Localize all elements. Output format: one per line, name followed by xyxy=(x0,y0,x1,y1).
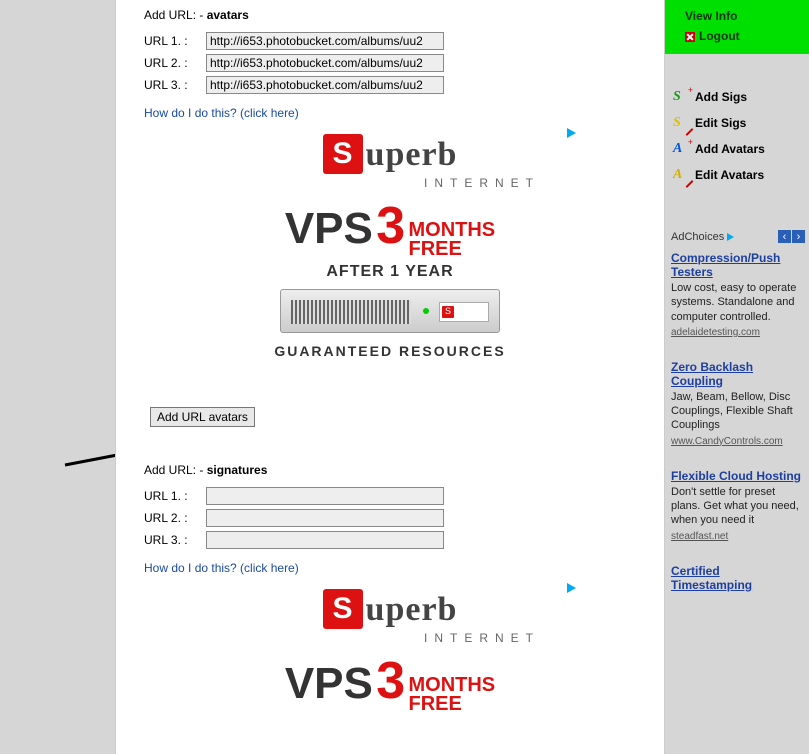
close-icon xyxy=(685,32,695,42)
title-bold: avatars xyxy=(207,8,249,22)
avatar-add-icon: A+ xyxy=(673,141,689,157)
adchoices-triangle-icon[interactable] xyxy=(567,583,576,593)
adchoices-triangle-icon[interactable] xyxy=(567,128,576,138)
ad-headline: VPS 3 MONTHSFREE xyxy=(240,651,540,714)
account-box: View Info Logout xyxy=(665,0,809,54)
url-label: URL 2. : xyxy=(144,56,200,70)
url-row: URL 3. : xyxy=(144,76,636,94)
avatar-url-2-input[interactable] xyxy=(206,54,444,72)
side-ad-title[interactable]: Certified Timestamping xyxy=(671,564,803,592)
add-sigs-link[interactable]: S+ Add Sigs xyxy=(673,84,801,110)
ad-after: AFTER 1 YEAR xyxy=(240,263,540,281)
right-panel: View Info Logout S+ Add Sigs S Edit Sigs… xyxy=(665,0,809,754)
url-row: URL 1. : xyxy=(144,32,636,50)
sig-edit-icon: S xyxy=(673,115,689,131)
signature-url-3-input[interactable] xyxy=(206,531,444,549)
left-gutter xyxy=(0,0,115,754)
ad-brand-sub: INTERNET xyxy=(240,631,540,645)
ads-prev-button[interactable]: ‹ xyxy=(778,230,791,243)
adchoices-label[interactable]: AdChoices xyxy=(671,231,734,243)
avatars-section-title: Add URL: - avatars xyxy=(144,8,636,22)
side-ad[interactable]: Certified Timestamping xyxy=(665,558,809,610)
ad-brand-rest: uperb xyxy=(366,136,458,174)
url-row: URL 2. : xyxy=(144,54,636,72)
ad-months-free: MONTHSFREE xyxy=(408,676,495,714)
side-ad-title[interactable]: Flexible Cloud Hosting xyxy=(671,469,803,483)
title-prefix: Add URL: - xyxy=(144,8,207,22)
title-bold: signatures xyxy=(207,463,268,477)
ad-months-free: MONTHSFREE xyxy=(408,221,495,259)
side-ad-desc: Don't settle for preset plans. Get what … xyxy=(671,485,803,528)
url-label: URL 3. : xyxy=(144,78,200,92)
avatar-edit-icon: A xyxy=(673,167,689,183)
view-info-link[interactable]: View Info xyxy=(665,6,809,26)
signatures-section-title: Add URL: - signatures xyxy=(144,463,636,477)
ad-banner-signatures[interactable]: S uperb INTERNET VPS 3 MONTHSFREE xyxy=(240,583,540,714)
menu-label: Edit Sigs xyxy=(695,116,746,130)
ad-logo: S uperb xyxy=(323,134,458,174)
avatars-help-link[interactable]: How do I do this? (click here) xyxy=(144,106,636,120)
side-ad-desc: Jaw, Beam, Bellow, Disc Couplings, Flexi… xyxy=(671,390,803,433)
url-row: URL 3. : xyxy=(144,531,636,549)
ad-vps: VPS xyxy=(285,659,373,708)
tools-menu: S+ Add Sigs S Edit Sigs A+ Add Avatars A… xyxy=(665,54,809,198)
ad-brand-s: S xyxy=(323,134,363,174)
ad-three: 3 xyxy=(376,652,405,710)
ads-next-button[interactable]: › xyxy=(792,230,805,243)
avatar-url-3-input[interactable] xyxy=(206,76,444,94)
add-avatars-link[interactable]: A+ Add Avatars xyxy=(673,136,801,162)
side-ad-domain[interactable]: steadfast.net xyxy=(671,531,728,542)
edit-avatars-link[interactable]: A Edit Avatars xyxy=(673,162,801,188)
url-row: URL 1. : xyxy=(144,487,636,505)
side-ad-title[interactable]: Zero Backlash Coupling xyxy=(671,360,803,388)
signature-url-2-input[interactable] xyxy=(206,509,444,527)
url-label: URL 2. : xyxy=(144,511,200,525)
side-ad-domain[interactable]: adelaidetesting.com xyxy=(671,327,760,338)
url-row: URL 2. : xyxy=(144,509,636,527)
url-label: URL 3. : xyxy=(144,533,200,547)
side-ad[interactable]: Zero Backlash Coupling Jaw, Beam, Bellow… xyxy=(665,354,809,463)
url-label: URL 1. : xyxy=(144,489,200,503)
sig-add-icon: S+ xyxy=(673,89,689,105)
ad-headline: VPS 3 MONTHSFREE xyxy=(240,196,540,259)
add-url-avatars-button[interactable]: Add URL avatars xyxy=(150,407,255,427)
adchoices-triangle-icon xyxy=(727,233,734,241)
logout-label: Logout xyxy=(699,29,740,43)
side-ad[interactable]: Compression/Push Testers Low cost, easy … xyxy=(665,245,809,354)
ad-footer: GUARANTEED RESOURCES xyxy=(240,343,540,359)
signatures-help-link[interactable]: How do I do this? (click here) xyxy=(144,561,636,575)
side-ad[interactable]: Flexible Cloud Hosting Don't settle for … xyxy=(665,463,809,558)
menu-label: Add Sigs xyxy=(695,90,747,104)
ad-banner-avatars[interactable]: S uperb INTERNET VPS 3 MONTHSFREE AFTER … xyxy=(240,128,540,359)
ad-brand-s: S xyxy=(323,589,363,629)
logout-link[interactable]: Logout xyxy=(665,26,809,46)
url-label: URL 1. : xyxy=(144,34,200,48)
title-prefix: Add URL: - xyxy=(144,463,207,477)
ad-brand-rest: uperb xyxy=(366,591,458,629)
main-content: Add URL: - avatars URL 1. : URL 2. : URL… xyxy=(115,0,665,754)
ad-logo: S uperb xyxy=(323,589,458,629)
side-ad-desc: Low cost, easy to operate systems. Stand… xyxy=(671,281,803,324)
menu-label: Add Avatars xyxy=(695,142,765,156)
ad-three: 3 xyxy=(376,197,405,255)
avatar-url-1-input[interactable] xyxy=(206,32,444,50)
signature-url-1-input[interactable] xyxy=(206,487,444,505)
server-graphic: S xyxy=(280,289,500,333)
side-ad-title[interactable]: Compression/Push Testers xyxy=(671,251,803,279)
edit-sigs-link[interactable]: S Edit Sigs xyxy=(673,110,801,136)
adchoices-bar: AdChoices ‹ › xyxy=(665,224,809,245)
menu-label: Edit Avatars xyxy=(695,168,764,182)
ad-brand-sub: INTERNET xyxy=(240,176,540,190)
side-ad-domain[interactable]: www.CandyControls.com xyxy=(671,436,783,447)
ad-vps: VPS xyxy=(285,204,373,253)
